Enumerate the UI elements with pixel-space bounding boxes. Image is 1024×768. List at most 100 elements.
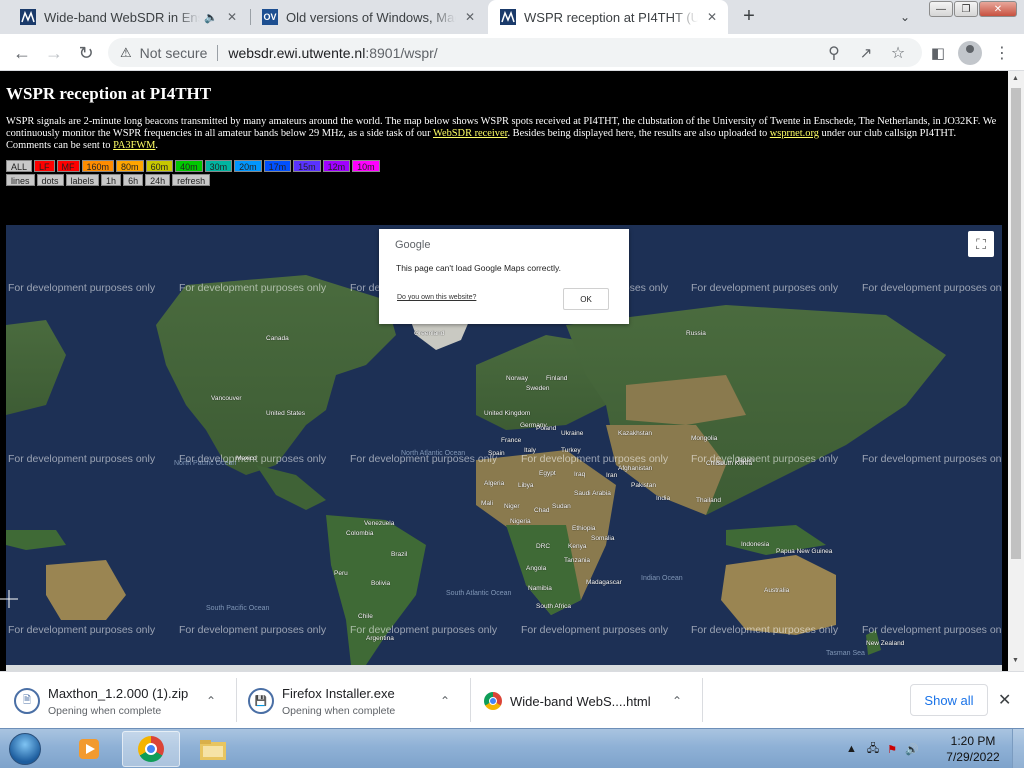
taskbar-clock[interactable]: 1:20 PM 7/29/2022 [940, 733, 1006, 765]
chevron-down-icon[interactable]: ⌄ [896, 8, 914, 26]
file-explorer-icon[interactable] [184, 731, 242, 767]
map-place-label: DRC [536, 543, 551, 550]
action-center-icon[interactable]: ⚑ [887, 743, 897, 756]
display-option-6h[interactable]: 6h [123, 174, 144, 186]
band-filter-30m[interactable]: 30m [204, 160, 233, 172]
scrollbar-thumb[interactable] [1011, 88, 1021, 559]
contact-link[interactable]: PA3FWM [113, 140, 155, 151]
band-filter-10m[interactable]: 10m [352, 160, 380, 172]
media-player-icon[interactable] [60, 731, 118, 767]
tab-oldversions[interactable]: OV Old versions of Windows, Mac and Linu… [250, 0, 486, 34]
wsprnet-link[interactable]: wsprnet.org [770, 128, 819, 139]
chevron-up-icon[interactable]: ⌃ [440, 694, 450, 708]
profile-avatar[interactable] [958, 41, 982, 65]
start-button[interactable] [4, 731, 46, 767]
chrome-html-file-icon [484, 692, 502, 710]
show-desktop-button[interactable] [1012, 729, 1024, 768]
url-path[interactable]: :8901/wspr/ [365, 45, 437, 61]
forward-icon[interactable]: → [40, 39, 68, 67]
warning-icon[interactable]: ⚠ [120, 45, 132, 61]
tab-wspr[interactable]: WSPR reception at PI4THT (University of … [488, 0, 728, 34]
tab-title: WSPR reception at PI4THT (University of … [524, 9, 698, 25]
map-place-label: Algeria [484, 480, 505, 487]
display-option-labels[interactable]: labels [65, 174, 100, 186]
websdr-receiver-link[interactable]: WebSDR receiver [433, 128, 507, 139]
map-place-label: Finland [546, 375, 568, 382]
tab-strip: Wide-band WebSDR in Enschede 🔈 ✕ OV Old … [0, 0, 1024, 34]
oldversion-favicon-icon: OV [262, 9, 278, 25]
close-shelf-icon[interactable]: ✕ [998, 690, 1011, 710]
new-tab-icon[interactable]: + [738, 5, 760, 27]
map-watermark: For development purposes only [8, 624, 156, 636]
browser-toolbar: ← → ↻ ⚠ Not secure websdr.ewi.utwente.nl… [0, 34, 1024, 71]
band-filter-all[interactable]: ALL [6, 160, 33, 172]
download-item[interactable]: Wide-band WebS....html ⌃ [484, 680, 700, 722]
map-place-label: Tasman Sea [826, 650, 865, 657]
network-icon[interactable]: 🖧 [867, 740, 879, 759]
close-tab-icon[interactable]: ✕ [224, 9, 240, 25]
address-bar[interactable]: ⚠ Not secure websdr.ewi.utwente.nl :8901… [108, 38, 922, 67]
band-filter-20m[interactable]: 20m [234, 160, 262, 172]
download-name: Maxthon_1.2.000 (1).zip [48, 685, 189, 701]
bookmark-star-icon[interactable]: ☆ [884, 39, 912, 67]
band-filter-80m[interactable]: 80m [116, 160, 144, 172]
band-filter-12m[interactable]: 12m [322, 160, 351, 172]
band-filter-15m[interactable]: 15m [293, 160, 321, 172]
close-tab-icon[interactable]: ✕ [462, 9, 478, 25]
volume-icon[interactable]: 🔊 [905, 743, 919, 756]
side-panel-icon[interactable]: ◧ [924, 39, 952, 67]
close-tab-icon[interactable]: ✕ [704, 9, 720, 25]
display-option-refresh[interactable]: refresh [172, 174, 211, 186]
display-option-24h[interactable]: 24h [145, 174, 171, 186]
band-filter-17m[interactable]: 17m [263, 160, 292, 172]
scroll-down-icon[interactable]: ▼ [1012, 657, 1019, 664]
windows-taskbar: ▲ 🖧 ⚑ 🔊 1:20 PM 7/29/2022 [0, 728, 1024, 768]
map-place-label: Sudan [552, 503, 571, 510]
map-place-label: United States [266, 410, 306, 417]
minimize-window-button[interactable]: — [929, 1, 953, 17]
tab-websdr[interactable]: Wide-band WebSDR in Enschede 🔈 ✕ [8, 0, 248, 34]
tray-expand-icon[interactable]: ▲ [846, 743, 857, 755]
band-filter-lf[interactable]: LF [34, 160, 55, 172]
chevron-up-icon[interactable]: ⌃ [206, 694, 216, 708]
chevron-up-icon[interactable]: ⌃ [672, 694, 682, 708]
back-icon[interactable]: ← [8, 39, 36, 67]
speaker-icon[interactable]: 🔈 [204, 11, 218, 24]
band-filter-mf[interactable]: MF [56, 160, 80, 172]
map-place-label: Kenya [568, 543, 587, 550]
ok-button[interactable]: OK [563, 288, 609, 310]
clock-time: 1:20 PM [950, 734, 996, 748]
download-status: Opening when complete [48, 704, 162, 717]
page-title: WSPR reception at PI4THT [6, 84, 212, 103]
fullscreen-icon[interactable]: ⛶ [968, 231, 994, 257]
display-option-dots[interactable]: dots [36, 174, 64, 186]
display-option-1h[interactable]: 1h [101, 174, 122, 186]
download-item[interactable]: 🗎 Maxthon_1.2.000 (1).zip Opening when c… [14, 680, 234, 722]
scroll-up-icon[interactable]: ▲ [1012, 75, 1019, 82]
reload-icon[interactable]: ↻ [72, 39, 100, 67]
display-option-lines[interactable]: lines [6, 174, 35, 186]
download-separator [470, 678, 471, 722]
map-watermark: For development purposes only [350, 624, 498, 636]
map-place-label: Papua New Guinea [776, 548, 833, 555]
restore-window-button[interactable]: ❐ [954, 1, 978, 17]
map-watermark: For development purposes only [350, 453, 498, 465]
download-item[interactable]: 💾 Firefox Installer.exe Opening when com… [248, 680, 468, 722]
band-filter-40m[interactable]: 40m [175, 160, 203, 172]
security-label[interactable]: Not secure [140, 45, 208, 61]
map-place-label: Somalia [591, 535, 615, 542]
band-filter-60m[interactable]: 60m [145, 160, 174, 172]
map-watermark: For development purposes only [179, 624, 327, 636]
band-filter-160m[interactable]: 160m [81, 160, 115, 172]
share-icon[interactable]: ↗ [852, 39, 880, 67]
chrome-icon[interactable] [122, 731, 180, 767]
close-window-button[interactable]: ✕ [979, 1, 1017, 17]
menu-dots-icon[interactable]: ⋮ [988, 39, 1016, 67]
url-host[interactable]: websdr.ewi.utwente.nl [228, 45, 365, 61]
page-scrollbar[interactable]: ▲ ▼ [1008, 71, 1024, 671]
map-watermark: For development purposes only [521, 453, 669, 465]
map-place-label: Norway [506, 375, 529, 382]
own-website-link[interactable]: Do you own this website? [397, 294, 476, 301]
show-all-downloads-button[interactable]: Show all [910, 684, 988, 716]
zoom-icon[interactable]: ⚲ [820, 39, 848, 67]
